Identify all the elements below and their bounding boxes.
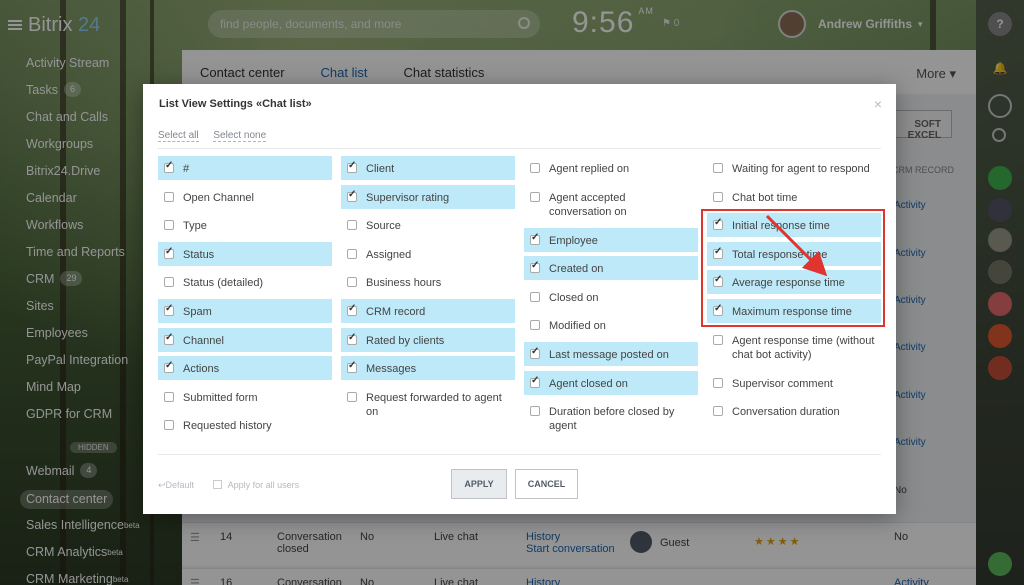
columns-group-1: # Open Channel Type Status Status (detai…	[158, 156, 332, 442]
checkbox[interactable]	[530, 320, 540, 331]
checkbox[interactable]	[347, 248, 357, 259]
column-option-created-on[interactable]: Created on	[524, 256, 698, 281]
column-option-client[interactable]: Client	[341, 156, 515, 180]
apply-for-all-checkbox[interactable]	[212, 480, 222, 489]
dialog-footer-options: ↩Default Apply for all users	[158, 480, 299, 491]
checkbox[interactable]	[713, 163, 723, 173]
column-option-business-hours[interactable]: Business hours	[341, 270, 515, 299]
column-option-agent-closed-on[interactable]: Agent closed on	[524, 370, 698, 395]
column-option-spam[interactable]: Spam	[158, 298, 332, 323]
checkbox[interactable]	[164, 420, 174, 431]
column-option-messages[interactable]: Messages	[341, 356, 515, 381]
column-option-supervisor-rating[interactable]: Supervisor rating	[341, 184, 515, 209]
checkbox[interactable]	[164, 360, 174, 374]
column-option-agent-accepted[interactable]: Agent accepted conversation on	[524, 185, 698, 228]
checkbox[interactable]	[164, 303, 174, 316]
column-option-crm-record[interactable]: CRM record	[341, 298, 515, 323]
column-option-type[interactable]: Type	[158, 213, 332, 242]
checkbox[interactable]	[347, 391, 357, 402]
column-option-conversation-duration[interactable]: Conversation duration	[707, 399, 881, 428]
checkbox[interactable]	[347, 160, 357, 173]
column-option-modified-on[interactable]: Modified on	[524, 313, 698, 342]
checkbox[interactable]	[347, 303, 357, 316]
checkbox[interactable]	[530, 232, 540, 245]
checkbox[interactable]	[347, 360, 357, 374]
checkbox[interactable]	[530, 163, 540, 173]
column-option-channel[interactable]: Channel	[158, 327, 332, 352]
divider	[158, 454, 881, 455]
checkbox[interactable]	[347, 220, 357, 231]
selection-links: Select all Select none	[158, 130, 278, 142]
checkbox[interactable]	[530, 191, 540, 202]
close-icon[interactable]: ×	[874, 96, 882, 112]
column-option-duration-before-closed[interactable]: Duration before closed by agent	[524, 399, 698, 443]
checkbox[interactable]	[530, 260, 540, 274]
checkbox[interactable]	[164, 332, 174, 345]
column-option-actions[interactable]: Actions	[158, 356, 332, 381]
checkbox[interactable]	[530, 375, 540, 388]
column-option-request-forwarded[interactable]: Request forwarded to agent on	[341, 385, 515, 429]
checkbox[interactable]	[713, 377, 723, 388]
checkbox[interactable]	[530, 346, 540, 359]
checkbox[interactable]	[530, 291, 540, 302]
checkbox[interactable]	[164, 220, 174, 231]
column-option-last-message[interactable]: Last message posted on	[524, 341, 698, 366]
checkbox[interactable]	[164, 391, 174, 402]
column-option-source[interactable]: Source	[341, 213, 515, 242]
column-option-supervisor-comment[interactable]: Supervisor comment	[707, 371, 881, 400]
column-option-assigned[interactable]: Assigned	[341, 242, 515, 271]
checkbox[interactable]	[347, 189, 357, 202]
column-option-rated-by-clients[interactable]: Rated by clients	[341, 327, 515, 352]
checkbox[interactable]	[164, 191, 174, 202]
select-all-link[interactable]: Select all	[158, 130, 199, 142]
checkbox[interactable]	[347, 277, 357, 288]
column-option-agent-response-time[interactable]: Agent response time (without chat bot ac…	[707, 328, 881, 371]
checkbox[interactable]	[713, 334, 723, 345]
checkbox[interactable]	[530, 406, 540, 417]
column-option-agent-replied-on[interactable]: Agent replied on	[524, 156, 698, 185]
column-option-requested-history[interactable]: Requested history	[158, 413, 332, 442]
column-option-waiting-for-agent[interactable]: Waiting for agent to respond	[707, 156, 881, 185]
column-option-status-detailed[interactable]: Status (detailed)	[158, 270, 332, 299]
column-option-number[interactable]: #	[158, 156, 332, 180]
highlight-box	[701, 209, 885, 327]
checkbox[interactable]	[713, 191, 723, 202]
dialog-title: List View Settings «Chat list»	[159, 98, 312, 110]
columns-group-2: Client Supervisor rating Source Assigned…	[341, 156, 515, 429]
checkbox[interactable]	[164, 277, 174, 288]
checkbox[interactable]	[164, 160, 174, 173]
column-option-open-channel[interactable]: Open Channel	[158, 185, 332, 214]
checkbox[interactable]	[347, 332, 357, 345]
checkbox[interactable]	[713, 406, 723, 417]
checkbox[interactable]	[164, 246, 174, 259]
column-option-status[interactable]: Status	[158, 241, 332, 266]
reset-default-link[interactable]: ↩Default	[158, 480, 194, 490]
column-option-submitted-form[interactable]: Submitted form	[158, 385, 332, 414]
apply-for-all-label: Apply for all users	[227, 480, 300, 490]
cancel-button[interactable]: CANCEL	[515, 469, 578, 499]
columns-group-3: Agent replied on Agent accepted conversa…	[524, 156, 698, 443]
apply-button[interactable]: APPLY	[451, 469, 507, 499]
select-none-link[interactable]: Select none	[213, 130, 267, 142]
divider	[158, 148, 881, 149]
column-option-employee[interactable]: Employee	[524, 227, 698, 252]
column-option-closed-on[interactable]: Closed on	[524, 285, 698, 314]
